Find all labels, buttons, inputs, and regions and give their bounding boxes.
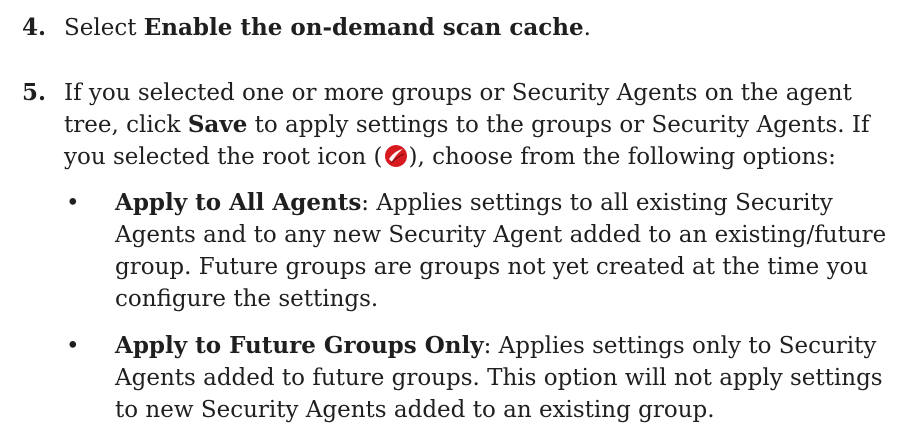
trend-micro-root-icon	[384, 145, 407, 167]
bold-option-name: Enable the on-demand scan cache	[143, 14, 584, 41]
option-text: Apply to Future Groups Only: Applies set…	[115, 330, 910, 426]
bullet-icon: •	[66, 190, 80, 216]
option-title: Apply to All Agents	[115, 189, 362, 216]
step-text: If you selected one or more groups or Se…	[64, 80, 870, 170]
bullet-icon: •	[66, 333, 80, 359]
step-number: 5.	[22, 79, 47, 106]
option-title: Apply to Future Groups Only	[115, 332, 484, 359]
save-label: Save	[187, 111, 248, 138]
step-text: Select Enable the on-demand scan cache.	[64, 14, 591, 41]
option-text: Apply to All Agents: Applies settings to…	[115, 187, 910, 315]
step-number: 4.	[22, 14, 47, 41]
